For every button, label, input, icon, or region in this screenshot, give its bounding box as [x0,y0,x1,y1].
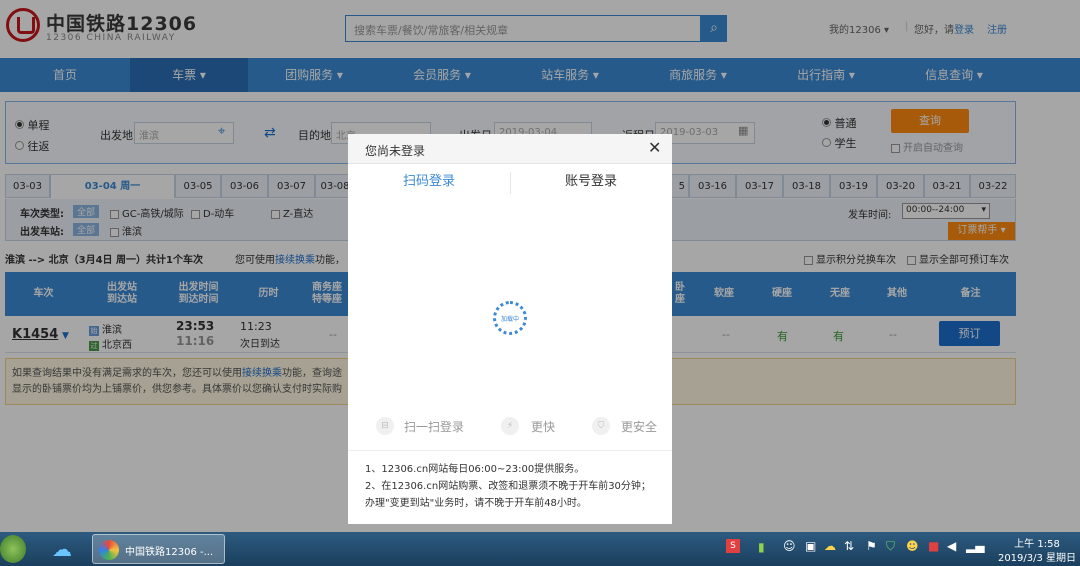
modal-notes: 1、12306.cn网站每日06:00~23:00提供服务。 2、在12306.… [365,464,651,509]
scan-icon: ⊟ [376,417,394,435]
login-modal: 您尚未登录 ✕ 扫码登录 账号登录 加载中 ⊟ 扫一扫登录 ⚡ 更快 ⛉ 更安全… [348,134,672,524]
tab-qr-login[interactable]: 扫码登录 [348,170,510,189]
feature-scan: 扫一扫登录 [404,420,465,434]
tray-network-icon[interactable]: ⇅ [844,539,854,553]
modal-title: 您尚未登录 [365,144,426,158]
tray-smile-icon[interactable]: ☻ [906,539,919,553]
shield-icon: ⛉ [592,417,610,435]
browser-icon [99,540,119,560]
tray-app-icon[interactable]: ▣ [805,539,816,553]
tray-shield-icon[interactable]: ⛉ [886,539,895,554]
start-icon[interactable] [0,535,26,563]
tray-flag-icon[interactable]: ⚑ [866,539,877,553]
cloud-app-icon[interactable]: ☁ [47,536,77,562]
tray-cloud-icon[interactable]: ☁ [824,539,836,553]
taskbar-window-title: 中国铁路12306 -... [125,547,214,558]
tray-battery-icon[interactable]: ▮ [758,540,765,554]
tray-wechat-icon[interactable]: ☺ [783,539,796,553]
close-icon[interactable]: ✕ [648,138,661,157]
modal-divider [348,450,672,451]
tab-account-login[interactable]: 账号登录 [510,170,672,189]
taskbar-time[interactable]: 上午 1:58 [997,535,1077,550]
tray-signal-icon[interactable]: ▂▄ [966,539,984,553]
loading-text: 加载中 [500,316,519,323]
lightning-icon: ⚡ [501,417,519,435]
tray-s-icon[interactable]: S [726,539,740,553]
taskbar: ☁ 中国铁路12306 -... S ▮ ☺ ▣ ☁ ⇅ ⚑ ⛉ ☻ ■ ◀ ▂… [0,532,1080,566]
taskbar-date[interactable]: 2019/3/3 星期日 [997,549,1077,564]
taskbar-window-button[interactable]: 中国铁路12306 -... [92,534,225,564]
feature-secure: 更安全 [621,420,658,434]
tray-speaker-icon[interactable]: ◀ [947,539,956,553]
feature-fast: 更快 [531,420,556,434]
tray-red-icon[interactable]: ■ [928,539,939,553]
